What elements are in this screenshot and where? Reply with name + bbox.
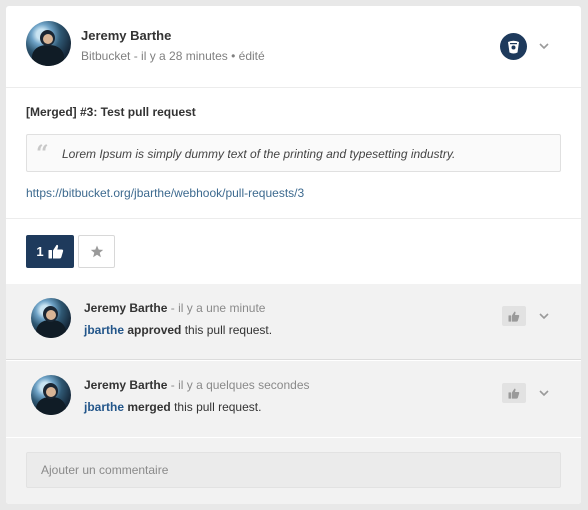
post-header: Jeremy Barthe Bitbucket - il y a 28 minu… bbox=[6, 6, 581, 88]
chevron-down-icon[interactable] bbox=[537, 388, 551, 398]
activity-header: Jeremy Barthe - il y a quelques secondes bbox=[84, 378, 310, 392]
activity-user[interactable]: jbarthe bbox=[84, 400, 124, 414]
activity-item: Jeremy Barthe - il y a une minute jbarth… bbox=[6, 284, 581, 360]
activity-header: Jeremy Barthe - il y a une minute bbox=[84, 301, 265, 315]
post-card: Jeremy Barthe Bitbucket - il y a 28 minu… bbox=[6, 6, 581, 504]
post-meta: Bitbucket - il y a 28 minutes • édité bbox=[81, 49, 265, 63]
post-title: [Merged] #3: Test pull request bbox=[26, 105, 196, 119]
comment-input[interactable] bbox=[26, 452, 561, 488]
like-button[interactable]: 1 bbox=[26, 235, 74, 268]
activity-text: jbarthe merged this pull request. bbox=[84, 400, 261, 414]
meta-sep: - bbox=[133, 49, 142, 63]
activity-avatar[interactable] bbox=[31, 375, 71, 415]
post-quote: “ Lorem Ipsum is simply dummy text of th… bbox=[26, 134, 561, 172]
activity-time[interactable]: il y a une minute bbox=[178, 301, 265, 315]
post-source[interactable]: Bitbucket bbox=[81, 49, 130, 63]
chevron-down-icon[interactable] bbox=[537, 311, 551, 321]
comment-area bbox=[6, 438, 581, 504]
pull-request-link[interactable]: https://bitbucket.org/jbarthe/webhook/pu… bbox=[26, 186, 304, 200]
activity-sep: - bbox=[170, 301, 179, 315]
chevron-down-icon[interactable] bbox=[537, 41, 551, 51]
activity-like-button[interactable] bbox=[502, 383, 526, 403]
author-avatar[interactable] bbox=[26, 21, 71, 66]
star-icon bbox=[90, 245, 103, 258]
meta-dot: • bbox=[231, 49, 239, 63]
activity-time[interactable]: il y a quelques secondes bbox=[178, 378, 309, 392]
activity-avatar[interactable] bbox=[31, 298, 71, 338]
activity-item: Jeremy Barthe - il y a quelques secondes… bbox=[6, 361, 581, 437]
post-time[interactable]: il y a 28 minutes bbox=[141, 49, 228, 63]
quote-text: Lorem Ipsum is simply dummy text of the … bbox=[62, 147, 456, 161]
activity-text: jbarthe approved this pull request. bbox=[84, 323, 272, 337]
post-edited: édité bbox=[238, 49, 265, 63]
quote-icon: “ bbox=[36, 141, 49, 167]
activity-author[interactable]: Jeremy Barthe bbox=[84, 301, 167, 315]
thumbs-up-icon bbox=[508, 388, 520, 399]
like-count: 1 bbox=[36, 244, 44, 259]
thumbs-up-icon bbox=[508, 311, 520, 322]
bitbucket-icon[interactable] bbox=[500, 33, 527, 60]
activity-verb: merged bbox=[127, 400, 171, 414]
divider bbox=[6, 218, 581, 219]
activity-rest: this pull request. bbox=[184, 323, 273, 337]
star-button[interactable] bbox=[78, 235, 115, 268]
activity-user[interactable]: jbarthe bbox=[84, 323, 124, 337]
thumbs-up-icon bbox=[48, 244, 63, 259]
author-name[interactable]: Jeremy Barthe bbox=[81, 28, 171, 43]
activity-like-button[interactable] bbox=[502, 306, 526, 326]
activity-sep: - bbox=[170, 378, 179, 392]
activity-verb: approved bbox=[127, 323, 182, 337]
activity-author[interactable]: Jeremy Barthe bbox=[84, 378, 167, 392]
activity-rest: this pull request. bbox=[174, 400, 262, 414]
